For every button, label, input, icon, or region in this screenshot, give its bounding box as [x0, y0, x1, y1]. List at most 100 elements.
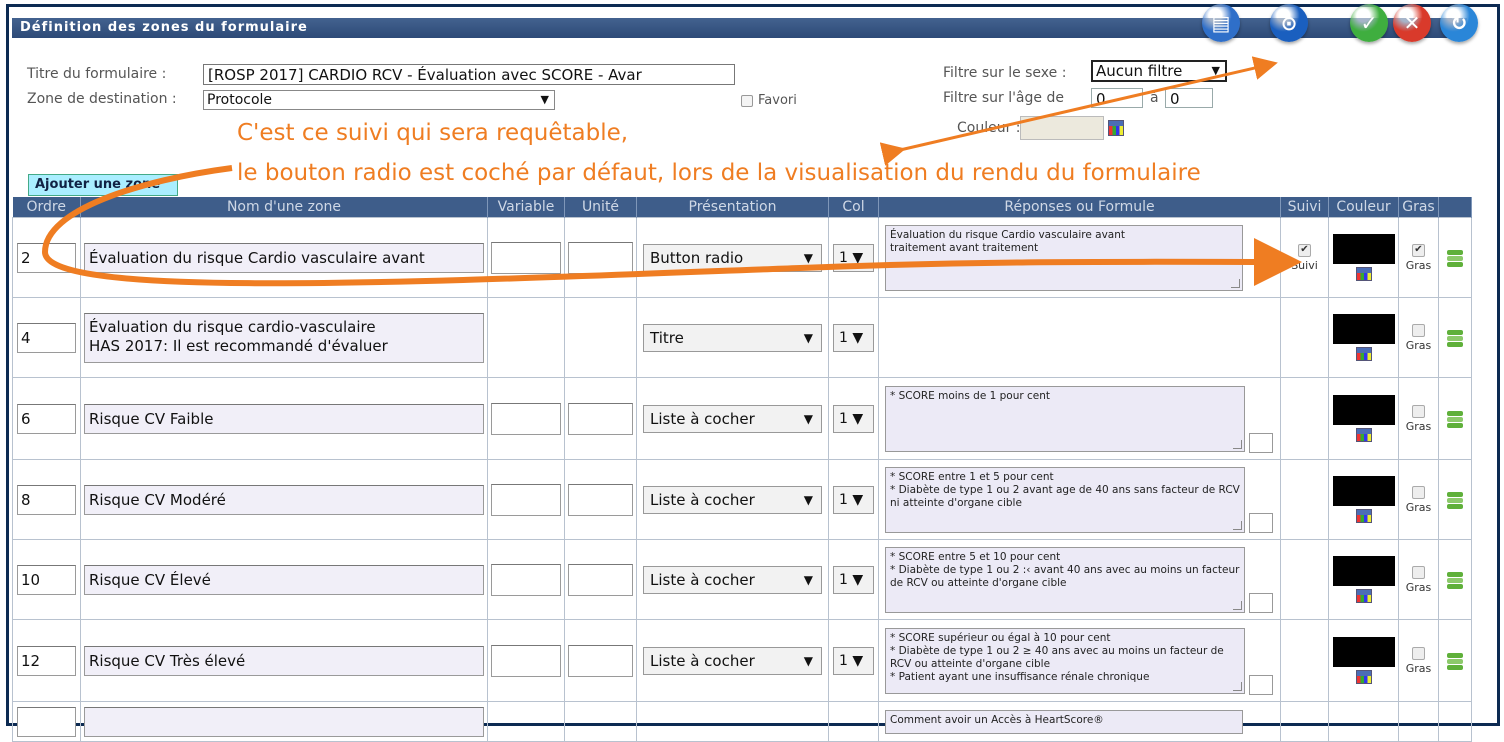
order-input[interactable] — [17, 706, 76, 737]
presentation-select[interactable]: Button radio ▼ — [643, 243, 822, 272]
palette-icon[interactable] — [1355, 589, 1372, 603]
zone-name-value: Risque CV Très élevé — [89, 651, 246, 670]
chevron-down-icon: ▼ — [803, 492, 813, 507]
presentation-select[interactable]: Liste à cocher ▼ — [643, 404, 822, 433]
resize-handle[interactable] — [1233, 439, 1242, 449]
presentation-select[interactable]: Liste à cocher ▼ — [643, 565, 822, 594]
gras-checkbox[interactable] — [1412, 323, 1425, 337]
answers-textarea[interactable]: Comment avoir un Accès à HeartScore® — [885, 709, 1243, 734]
answers-value: * SCORE supérieur ou égal à 10 pour cent… — [890, 631, 1224, 683]
row-color-swatch[interactable] — [1332, 234, 1395, 264]
gras-checkbox[interactable] — [1412, 646, 1425, 660]
order-value: 10 — [21, 570, 41, 589]
answers-textarea[interactable]: Évaluation du risque Cardio vasculaire a… — [885, 224, 1243, 291]
presentation-select[interactable]: Titre ▼ — [643, 323, 822, 352]
order-input[interactable]: 4 — [17, 322, 76, 353]
move-row-icon[interactable] — [1447, 570, 1463, 590]
palette-icon[interactable] — [1355, 347, 1372, 361]
col-select[interactable]: 1 ▼ — [833, 323, 874, 352]
back-icon[interactable]: ↻ — [1440, 4, 1478, 42]
move-row-icon[interactable] — [1447, 328, 1463, 348]
zone-name-input[interactable] — [84, 706, 484, 737]
zone-name-input[interactable]: Risque CV Élevé — [84, 564, 484, 595]
order-input[interactable]: 10 — [17, 564, 76, 595]
form-title-input[interactable]: [ROSP 2017] CARDIO RCV - Évaluation avec… — [203, 64, 735, 85]
move-row-icon[interactable] — [1447, 651, 1463, 671]
suivi-checkbox[interactable]: ✔ — [1298, 243, 1311, 257]
sex-filter-select[interactable]: Aucun filtre ▼ — [1091, 60, 1227, 82]
unit-input[interactable] — [568, 402, 633, 435]
answers-textarea[interactable]: * SCORE entre 5 et 10 pour cent * Diabèt… — [885, 546, 1245, 613]
answers-textarea[interactable]: * SCORE entre 1 et 5 pour cent * Diabète… — [885, 466, 1245, 533]
row-color-swatch[interactable] — [1332, 476, 1395, 506]
order-input[interactable]: 12 — [17, 645, 76, 676]
col-select[interactable]: 1 ▼ — [833, 404, 874, 433]
variable-input[interactable] — [491, 483, 561, 516]
row-color-swatch[interactable] — [1332, 395, 1395, 425]
order-input[interactable]: 8 — [17, 484, 76, 515]
column-header: Couleur — [1328, 197, 1399, 218]
row-color-swatch[interactable] — [1332, 556, 1395, 586]
zone-name-input[interactable]: Risque CV Faible — [84, 403, 484, 434]
answers-extra-field[interactable] — [1249, 513, 1273, 533]
gras-label: Gras — [1405, 258, 1432, 272]
chevron-down-icon: ▼ — [803, 411, 813, 426]
move-row-icon[interactable] — [1447, 248, 1463, 268]
unit-input[interactable] — [568, 241, 633, 274]
unit-input[interactable] — [568, 483, 633, 516]
presentation-select[interactable]: Liste à cocher ▼ — [643, 485, 822, 514]
column-header: Ordre — [12, 197, 81, 218]
answers-textarea[interactable]: * SCORE supérieur ou égal à 10 pour cent… — [885, 627, 1245, 694]
palette-icon[interactable] — [1355, 428, 1372, 442]
unit-input[interactable] — [568, 644, 633, 677]
zone-name-input[interactable]: Risque CV Modéré — [84, 484, 484, 515]
col-select[interactable]: 1 ▼ — [833, 565, 874, 594]
col-select[interactable]: 1 ▼ — [833, 646, 874, 675]
favori-checkbox[interactable] — [741, 95, 753, 107]
order-input[interactable]: 6 — [17, 403, 76, 434]
gras-checkbox[interactable] — [1412, 404, 1425, 418]
resize-handle[interactable] — [1231, 278, 1240, 288]
palette-icon[interactable] — [1355, 267, 1372, 281]
palette-icon[interactable] — [1355, 670, 1372, 684]
age-to-input[interactable]: 0 — [1165, 88, 1213, 108]
move-row-icon[interactable] — [1447, 409, 1463, 429]
destination-select[interactable]: Protocole ▼ — [203, 90, 555, 110]
answers-value: Comment avoir un Accès à HeartScore® — [890, 713, 1104, 726]
variable-input[interactable] — [491, 241, 561, 274]
presentation-select[interactable]: Liste à cocher ▼ — [643, 646, 822, 675]
palette-icon[interactable] — [1108, 120, 1124, 136]
row-color-swatch[interactable] — [1332, 314, 1395, 344]
col-value: 1 — [839, 249, 848, 266]
answers-extra-field[interactable] — [1249, 433, 1273, 453]
close-icon[interactable]: ✕ — [1393, 4, 1431, 42]
col-select[interactable]: 1 ▼ — [833, 243, 874, 272]
validate-icon[interactable]: ✓ — [1350, 4, 1388, 42]
zone-name-input[interactable]: Risque CV Très élevé — [84, 645, 484, 676]
search-icon[interactable]: ⊙ — [1270, 4, 1308, 42]
col-select[interactable]: 1 ▼ — [833, 485, 874, 514]
age-from-input[interactable]: 0 — [1091, 88, 1143, 108]
gras-checkbox[interactable] — [1412, 485, 1425, 499]
resize-handle[interactable] — [1233, 520, 1242, 530]
palette-icon[interactable] — [1355, 509, 1372, 523]
form-color-field[interactable] — [1020, 116, 1104, 140]
move-row-icon[interactable] — [1447, 490, 1463, 510]
zone-name-textarea[interactable]: Évaluation du risque cardio-vasculaire H… — [84, 312, 484, 363]
unit-input[interactable] — [568, 563, 633, 596]
gras-checkbox[interactable] — [1412, 565, 1425, 579]
answers-textarea[interactable]: * SCORE moins de 1 pour cent — [885, 385, 1245, 452]
answers-extra-field[interactable] — [1249, 675, 1273, 695]
document-icon[interactable]: ▤ — [1202, 4, 1240, 42]
variable-input[interactable] — [491, 563, 561, 596]
zone-name-input[interactable]: Évaluation du risque Cardio vasculaire a… — [84, 242, 484, 273]
resize-handle[interactable] — [1233, 681, 1242, 691]
variable-input[interactable] — [491, 644, 561, 677]
answers-extra-field[interactable] — [1249, 593, 1273, 613]
row-color-swatch[interactable] — [1332, 637, 1395, 667]
order-input[interactable]: 2 — [17, 242, 76, 273]
add-zone-button[interactable]: Ajouter une zone — [28, 174, 178, 196]
resize-handle[interactable] — [1233, 600, 1242, 610]
gras-checkbox[interactable]: ✔ — [1412, 243, 1425, 257]
variable-input[interactable] — [491, 402, 561, 435]
